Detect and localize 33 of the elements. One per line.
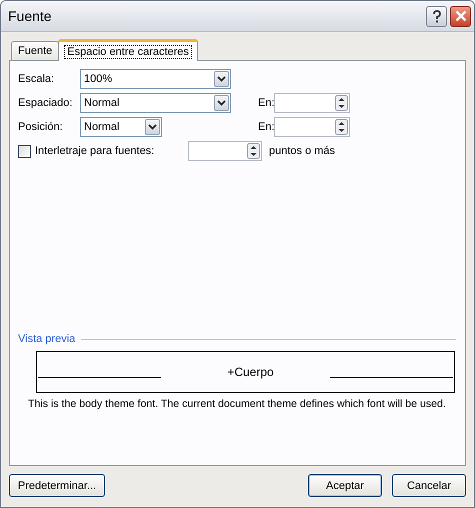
spin-field[interactable] (188, 141, 262, 161)
field-label: En: (257, 97, 274, 109)
field-label: Posición: (18, 121, 64, 133)
chevron-down-icon (148, 124, 157, 130)
dropdown[interactable]: Normal (80, 117, 162, 137)
field-label: Espaciado: (18, 97, 74, 109)
help-icon (432, 10, 442, 22)
spin-field[interactable] (274, 93, 350, 113)
help-button[interactable] (426, 6, 447, 26)
dialog-button[interactable]: Aceptar (308, 474, 382, 497)
group-heading: Vista previa (18, 333, 76, 345)
checkbox-label: Interletraje para fuentes: (35, 145, 156, 157)
close-button[interactable] (450, 6, 471, 26)
window-title: Fuente (8, 8, 53, 24)
dialog-button[interactable]: Cancelar (392, 474, 466, 497)
dropdown[interactable]: 100% (80, 69, 231, 89)
checkbox[interactable] (18, 144, 31, 158)
spin-arrows-icon (247, 143, 260, 159)
preview-description: This is the body theme font. The current document theme defines which font will be used. (28, 397, 446, 411)
spin-arrows-icon (335, 95, 348, 111)
chevron-down-icon (217, 100, 226, 106)
field-label: En: (257, 121, 274, 133)
tab[interactable]: Espacio entre caracteres (58, 39, 198, 61)
tab[interactable]: Fuente (11, 41, 60, 60)
chevron-down-icon (217, 76, 226, 82)
spin-field[interactable] (274, 117, 350, 137)
dropdown[interactable]: Normal (80, 93, 231, 113)
close-icon (454, 10, 466, 22)
field-label: Escala: (18, 73, 56, 85)
dialog-button[interactable]: Predeterminar... (9, 474, 105, 497)
sample-text: +Cuerpo (226, 365, 275, 379)
field-suffix: puntos o más (269, 145, 336, 157)
spin-arrows-icon (335, 119, 348, 135)
